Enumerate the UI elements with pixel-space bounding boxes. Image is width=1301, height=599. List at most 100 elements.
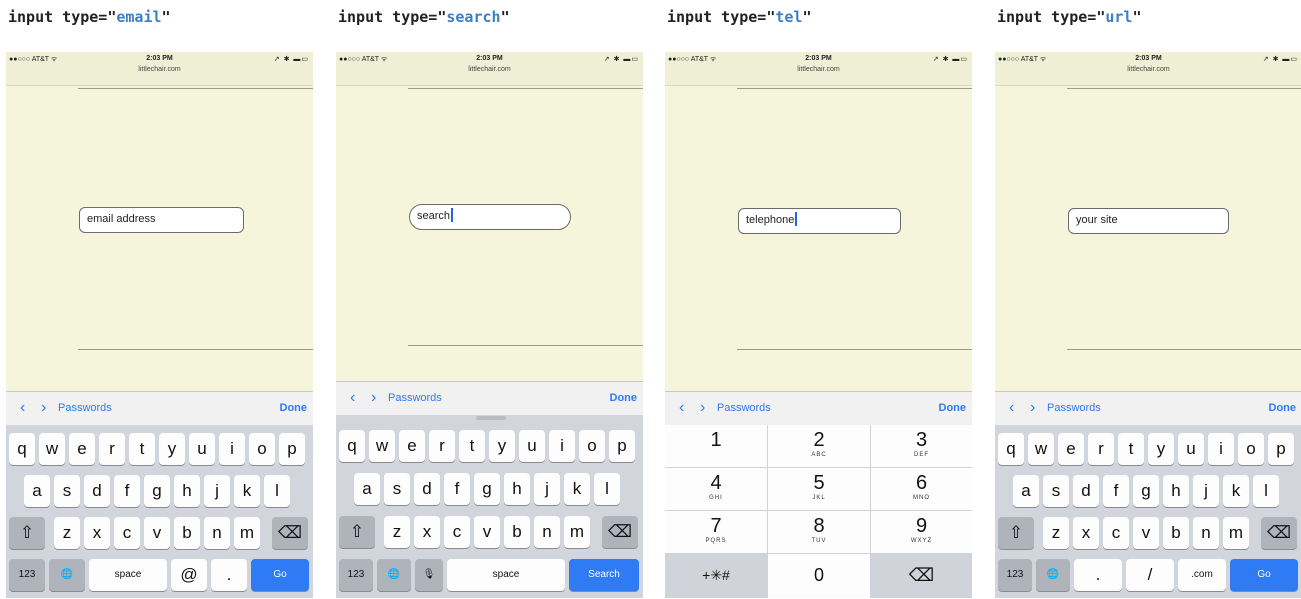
keypad-1[interactable]: 1 — [665, 425, 767, 467]
key-d[interactable]: d — [1073, 475, 1099, 507]
search-input[interactable]: search — [409, 204, 571, 230]
delete-key[interactable]: ⌫ — [602, 516, 638, 548]
key-w[interactable]: w — [39, 433, 65, 465]
keypad-symbols[interactable]: +✳# — [665, 554, 767, 598]
key-e[interactable]: e — [69, 433, 95, 465]
key-b[interactable]: b — [174, 517, 200, 549]
url-field[interactable]: your site — [1068, 208, 1229, 234]
key-e[interactable]: e — [399, 430, 425, 462]
keypad-2[interactable]: 2 ABC — [768, 425, 870, 467]
key-m[interactable]: m — [1223, 517, 1249, 549]
next-field-icon[interactable]: › — [1030, 399, 1035, 417]
page-url[interactable]: littlechair.com — [336, 66, 643, 73]
key-j[interactable]: j — [1193, 475, 1219, 507]
go-button[interactable]: Go — [1230, 559, 1298, 591]
key-i[interactable]: i — [1208, 433, 1234, 465]
microphone-icon[interactable]: 🎙 — [415, 559, 443, 591]
numbers-key[interactable]: 123 — [998, 559, 1032, 591]
key-d[interactable]: d — [414, 473, 440, 505]
key-q[interactable]: q — [9, 433, 35, 465]
keypad-delete-icon[interactable]: ⌫ — [871, 554, 972, 598]
key-h[interactable]: h — [1163, 475, 1189, 507]
passwords-button[interactable]: Passwords — [58, 402, 112, 414]
key-v[interactable]: v — [474, 516, 500, 548]
key-l[interactable]: l — [594, 473, 620, 505]
key-k[interactable]: k — [1223, 475, 1249, 507]
key-a[interactable]: a — [1013, 475, 1039, 507]
space-key[interactable]: space — [447, 559, 565, 591]
next-field-icon[interactable]: › — [700, 399, 705, 417]
key-j[interactable]: j — [204, 475, 230, 507]
key-u[interactable]: u — [1178, 433, 1204, 465]
key-k[interactable]: k — [564, 473, 590, 505]
key-y[interactable]: y — [1148, 433, 1174, 465]
keypad-4[interactable]: 4 GHI — [665, 468, 767, 510]
numbers-key[interactable]: 123 — [339, 559, 373, 591]
key-x[interactable]: x — [1073, 517, 1099, 549]
page-url[interactable]: littlechair.com — [6, 66, 313, 73]
key-g[interactable]: g — [474, 473, 500, 505]
key-g[interactable]: g — [144, 475, 170, 507]
at-key[interactable]: @ — [171, 559, 207, 591]
keypad-9[interactable]: 9 WXYZ — [871, 511, 972, 553]
key-z[interactable]: z — [384, 516, 410, 548]
key-n[interactable]: n — [534, 516, 560, 548]
globe-icon[interactable]: 🌐 — [1036, 559, 1070, 591]
keypad-3[interactable]: 3 DEF — [871, 425, 972, 467]
key-a[interactable]: a — [24, 475, 50, 507]
key-h[interactable]: h — [504, 473, 530, 505]
key-o[interactable]: o — [249, 433, 275, 465]
next-field-icon[interactable]: › — [41, 399, 46, 417]
key-f[interactable]: f — [1103, 475, 1129, 507]
keypad-6[interactable]: 6 MNO — [871, 468, 972, 510]
key-q[interactable]: q — [998, 433, 1024, 465]
shift-key[interactable]: ⇧ — [339, 516, 375, 548]
key-p[interactable]: p — [609, 430, 635, 462]
key-u[interactable]: u — [519, 430, 545, 462]
keypad-5[interactable]: 5 JKL — [768, 468, 870, 510]
key-w[interactable]: w — [369, 430, 395, 462]
key-w[interactable]: w — [1028, 433, 1054, 465]
key-t[interactable]: t — [1118, 433, 1144, 465]
go-button[interactable]: Go — [251, 559, 309, 591]
key-s[interactable]: s — [54, 475, 80, 507]
key-p[interactable]: p — [1268, 433, 1294, 465]
key-l[interactable]: l — [264, 475, 290, 507]
search-button[interactable]: Search — [569, 559, 639, 591]
key-x[interactable]: x — [414, 516, 440, 548]
key-q[interactable]: q — [339, 430, 365, 462]
space-key[interactable]: space — [89, 559, 167, 591]
done-button[interactable]: Done — [610, 392, 638, 404]
key-s[interactable]: s — [1043, 475, 1069, 507]
key-m[interactable]: m — [234, 517, 260, 549]
key-i[interactable]: i — [549, 430, 575, 462]
key-d[interactable]: d — [84, 475, 110, 507]
key-t[interactable]: t — [129, 433, 155, 465]
period-key[interactable]: . — [211, 559, 247, 591]
done-button[interactable]: Done — [280, 402, 308, 414]
done-button[interactable]: Done — [1269, 402, 1297, 414]
key-o[interactable]: o — [579, 430, 605, 462]
key-c[interactable]: c — [114, 517, 140, 549]
keypad-0[interactable]: 0 — [768, 554, 870, 598]
key-i[interactable]: i — [219, 433, 245, 465]
key-a[interactable]: a — [354, 473, 380, 505]
globe-icon[interactable]: 🌐 — [377, 559, 411, 591]
key-l[interactable]: l — [1253, 475, 1279, 507]
passwords-button[interactable]: Passwords — [1047, 402, 1101, 414]
passwords-button[interactable]: Passwords — [388, 392, 442, 404]
key-f[interactable]: f — [444, 473, 470, 505]
key-v[interactable]: v — [144, 517, 170, 549]
passwords-button[interactable]: Passwords — [717, 402, 771, 414]
sheet-grabber[interactable] — [476, 416, 506, 420]
keypad-8[interactable]: 8 TUV — [768, 511, 870, 553]
delete-key[interactable]: ⌫ — [272, 517, 308, 549]
key-n[interactable]: n — [204, 517, 230, 549]
keypad-7[interactable]: 7 PQRS — [665, 511, 767, 553]
key-e[interactable]: e — [1058, 433, 1084, 465]
key-x[interactable]: x — [84, 517, 110, 549]
numbers-key[interactable]: 123 — [9, 559, 45, 591]
slash-key[interactable]: / — [1126, 559, 1174, 591]
key-o[interactable]: o — [1238, 433, 1264, 465]
key-t[interactable]: t — [459, 430, 485, 462]
